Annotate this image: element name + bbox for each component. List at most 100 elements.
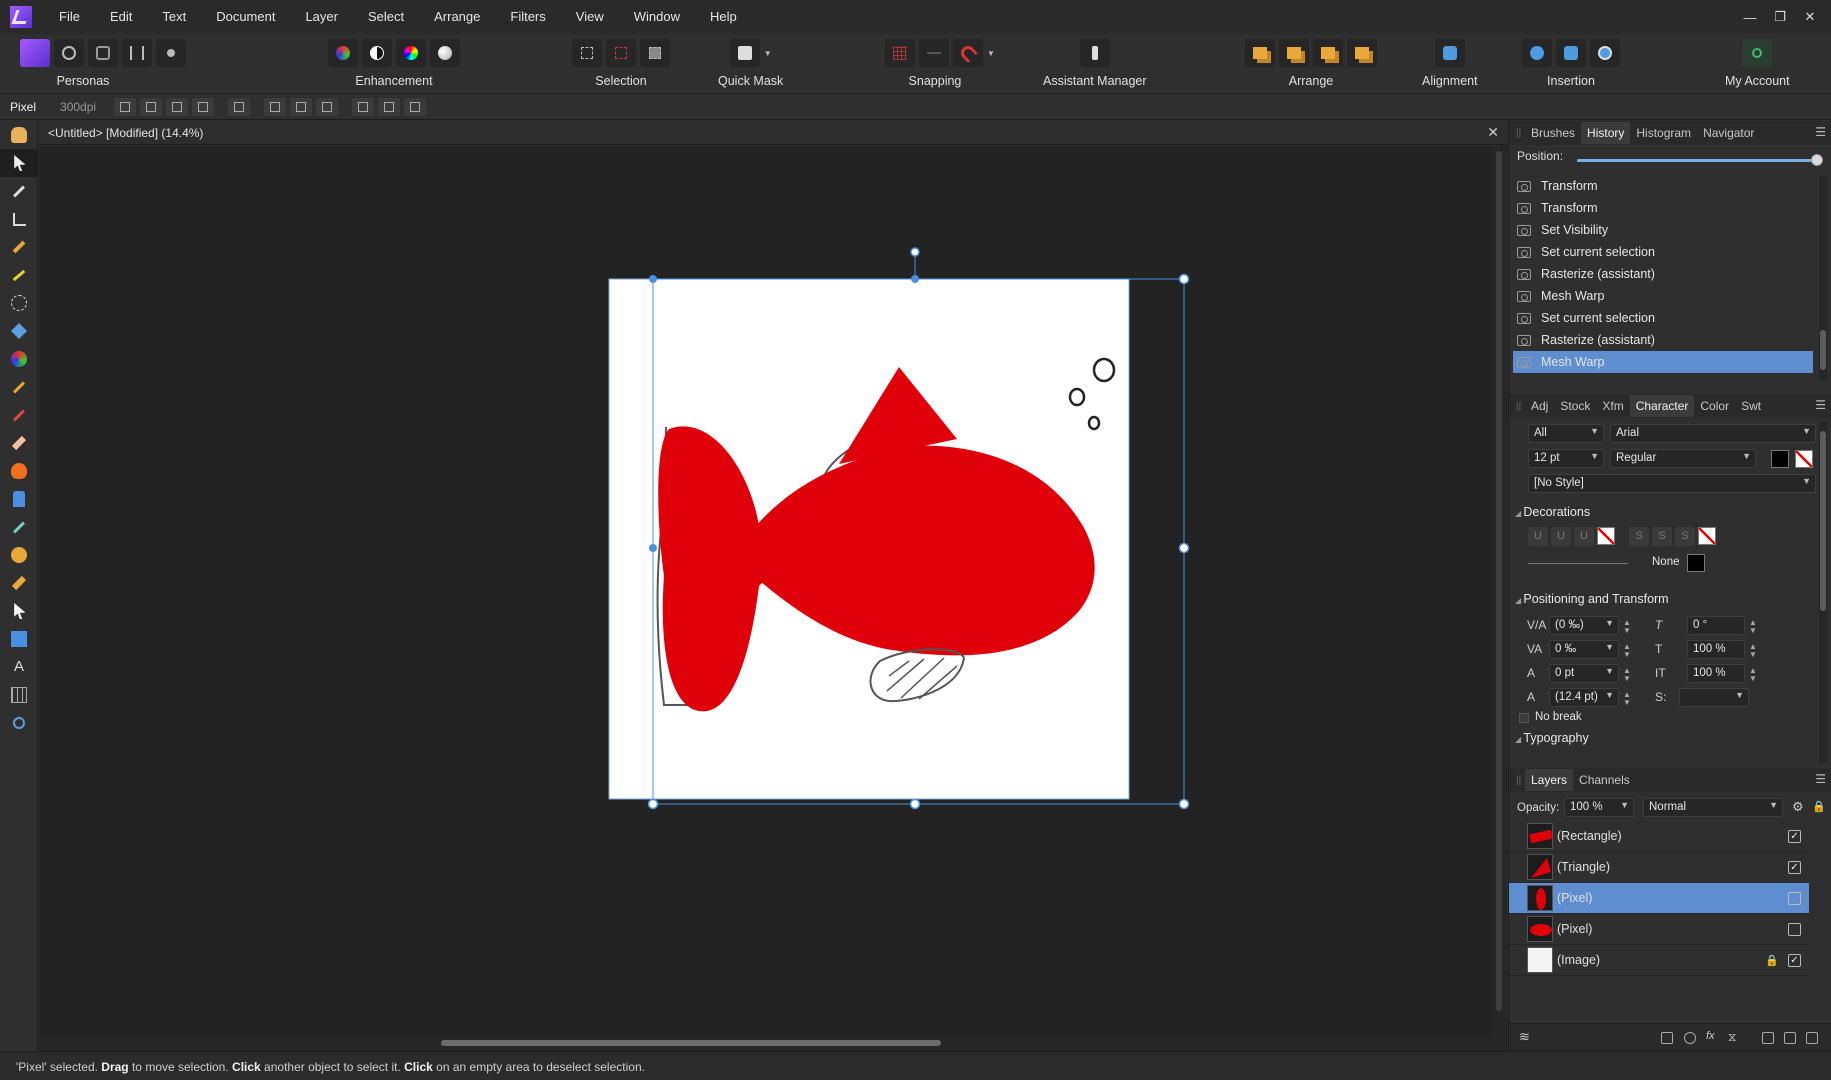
tab-color[interactable]: Color: [1694, 395, 1735, 417]
delete-layer-icon[interactable]: [1806, 1032, 1818, 1044]
artistic-text-tool[interactable]: A: [0, 653, 38, 681]
handle-bottom-right[interactable]: [1178, 798, 1190, 810]
horizontal-scale-spinner-icon[interactable]: ▲ ▼: [1749, 667, 1757, 683]
handle-top-right[interactable]: [1178, 273, 1190, 285]
menu-select[interactable]: Select: [353, 0, 419, 34]
fx-icon[interactable]: fx: [1706, 1030, 1718, 1042]
tab-brushes[interactable]: Brushes: [1525, 122, 1581, 144]
menu-window[interactable]: Window: [619, 0, 695, 34]
layer-visibility-checkbox[interactable]: ✓: [1788, 953, 1801, 967]
paint-brush-tool[interactable]: [0, 373, 38, 401]
menu-text[interactable]: Text: [147, 0, 201, 34]
adjustment-icon[interactable]: [1684, 1032, 1696, 1044]
double-strikethrough-button[interactable]: S: [1652, 527, 1672, 546]
leading-spinner-icon[interactable]: ▲ ▼: [1623, 691, 1631, 707]
align-left-button[interactable]: [264, 98, 287, 116]
panel-grip-icon[interactable]: ||: [1509, 128, 1521, 139]
layer-settings-gear-icon[interactable]: ⚙: [1792, 799, 1804, 815]
font-style-select[interactable]: Regular ▼: [1610, 449, 1756, 468]
layer-row-rectangle[interactable]: (Rectangle) ✓: [1509, 821, 1809, 852]
quick-mask-button[interactable]: [729, 39, 760, 67]
menu-layer[interactable]: Layer: [290, 0, 353, 34]
align-center-button[interactable]: [290, 98, 313, 116]
develop-persona-button[interactable]: [88, 39, 118, 67]
patch-tool[interactable]: [0, 569, 38, 597]
add-group-icon[interactable]: [1762, 1032, 1774, 1044]
canvas-horizontal-scrollbar[interactable]: [39, 1035, 1507, 1051]
alignment-button[interactable]: [1434, 39, 1465, 67]
font-family-select[interactable]: Arial ▼: [1610, 424, 1816, 443]
strikethrough-color-swatch[interactable]: [1698, 527, 1716, 545]
grid-snap-button[interactable]: [885, 39, 915, 67]
gradient-tool[interactable]: [0, 345, 38, 373]
tab-histogram[interactable]: Histogram: [1630, 122, 1697, 144]
opacity-field[interactable]: 100 % ▼: [1564, 798, 1634, 817]
double-underline-button[interactable]: U: [1551, 527, 1571, 546]
canvas-vertical-scrollbar[interactable]: [1491, 146, 1507, 1035]
layers-stack-icon[interactable]: ≋: [1519, 1029, 1531, 1044]
shear-spinner-icon[interactable]: ▲ ▼: [1749, 619, 1757, 635]
tone-mapping-persona-button[interactable]: [122, 39, 152, 67]
line-style-value[interactable]: None: [1652, 556, 1680, 568]
insert-behind-button[interactable]: [1556, 39, 1586, 67]
history-scroll-thumb[interactable]: [1820, 330, 1826, 370]
history-item[interactable]: Transform: [1513, 175, 1813, 197]
healing-brush-tool[interactable]: [0, 541, 38, 569]
live-filter-icon[interactable]: ⧖: [1728, 1030, 1740, 1044]
handle-middle-right[interactable]: [1178, 542, 1190, 554]
highlight-color-swatch[interactable]: [1795, 450, 1813, 468]
show-bounding-button[interactable]: [140, 98, 163, 116]
s-field[interactable]: ▼: [1679, 688, 1749, 707]
layer-row-pixel[interactable]: (Pixel): [1509, 914, 1809, 945]
history-position-slider[interactable]: [1577, 159, 1817, 162]
vertical-scale-field[interactable]: 100 %: [1687, 640, 1745, 659]
history-item[interactable]: Rasterize (assistant): [1513, 263, 1813, 285]
strikethrough-button[interactable]: S: [1629, 527, 1649, 546]
quick-mask-dropdown-icon[interactable]: ▼: [764, 49, 772, 58]
history-item[interactable]: Set current selection: [1513, 307, 1813, 329]
handle-top-middle[interactable]: [911, 275, 919, 283]
kerning-field[interactable]: 0 ‰ ▼: [1549, 640, 1619, 659]
add-pixel-layer-icon[interactable]: [1784, 1032, 1796, 1044]
handle-bottom-left[interactable]: [647, 798, 659, 810]
restore-button[interactable]: ❐: [1765, 9, 1795, 25]
transform-separately-button[interactable]: [192, 98, 215, 116]
photo-persona-button[interactable]: [20, 39, 50, 67]
tab-adjustments[interactable]: Adj: [1525, 395, 1554, 417]
layer-row-pixel-selected[interactable]: (Pixel): [1509, 883, 1809, 914]
history-scrollbar[interactable]: [1819, 175, 1827, 380]
menu-filters[interactable]: Filters: [495, 0, 560, 34]
deselect-button[interactable]: [606, 39, 636, 67]
levels-button[interactable]: [328, 39, 358, 67]
node-tool[interactable]: [0, 597, 38, 625]
move-to-back-button[interactable]: [1245, 39, 1275, 67]
crop-tool[interactable]: [0, 205, 38, 233]
move-forward-button[interactable]: [1313, 39, 1343, 67]
transform-origin-button[interactable]: [114, 98, 137, 116]
tab-transform[interactable]: Xfm: [1596, 395, 1629, 417]
layer-lock-icon[interactable]: 🔒: [1765, 954, 1779, 967]
handle-middle-left[interactable]: [649, 544, 657, 552]
close-window-button[interactable]: ✕: [1795, 9, 1825, 25]
layer-visibility-checkbox[interactable]: [1788, 891, 1801, 905]
tab-stock[interactable]: Stock: [1554, 395, 1596, 417]
invert-selection-button[interactable]: [640, 39, 670, 67]
shear-field[interactable]: 0 °: [1687, 616, 1745, 635]
character-scrollbar[interactable]: [1819, 421, 1827, 763]
menu-edit[interactable]: Edit: [95, 0, 147, 34]
outline-color-swatch[interactable]: [1687, 554, 1705, 572]
blend-mode-select[interactable]: Normal ▼: [1643, 798, 1783, 817]
align-top-button[interactable]: [352, 98, 375, 116]
close-document-button[interactable]: ✕: [1487, 124, 1499, 141]
panel-grip-icon[interactable]: ||: [1509, 401, 1521, 412]
canvas-area[interactable]: [39, 146, 1491, 1035]
history-item-selected[interactable]: Mesh Warp: [1513, 351, 1813, 373]
snapping-button[interactable]: [953, 39, 983, 67]
kerning-spinner-icon[interactable]: ▲ ▼: [1623, 643, 1631, 659]
menu-file[interactable]: File: [44, 0, 95, 34]
menu-view[interactable]: View: [561, 0, 619, 34]
horizontal-scale-field[interactable]: 100 %: [1687, 664, 1745, 683]
align-bottom-button[interactable]: [404, 98, 427, 116]
my-account-button[interactable]: [1742, 39, 1773, 67]
align-middle-button[interactable]: [378, 98, 401, 116]
